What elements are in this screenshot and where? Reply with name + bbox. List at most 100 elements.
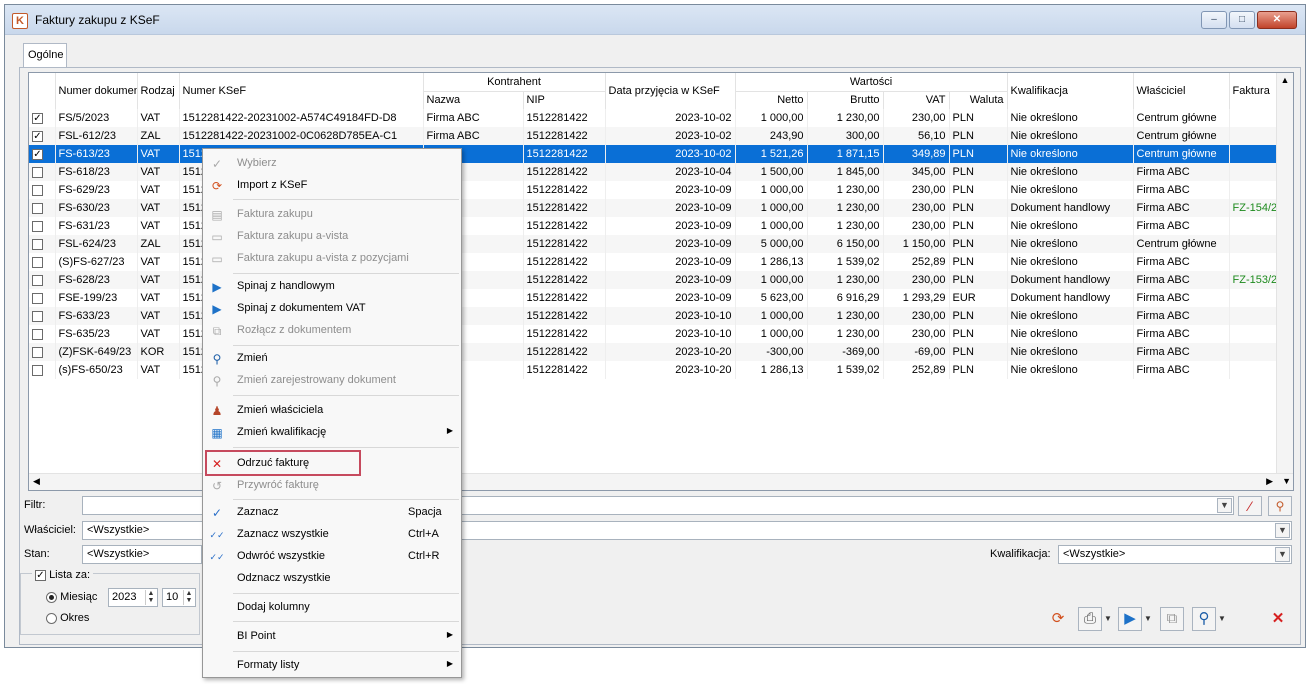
magnifier-dropdown-icon[interactable]: ▼ — [1218, 607, 1226, 631]
header-faktura[interactable]: Faktura — [1229, 73, 1278, 109]
menu-item-dodaj-kolumny[interactable]: Dodaj kolumny — [203, 597, 461, 619]
scroll-down-icon[interactable]: ▼ — [1282, 476, 1291, 486]
cell-brutto: 6 916,29 — [807, 289, 884, 307]
checkbox-icon[interactable] — [32, 346, 43, 358]
radio-icon[interactable] — [46, 612, 57, 624]
row-checkbox[interactable] — [29, 217, 56, 235]
header-checkbox[interactable] — [29, 73, 56, 109]
checkbox-icon[interactable] — [32, 202, 43, 214]
cell-ksef: 1512281422-20231002-A574C49184FD-D8 — [179, 109, 424, 127]
header-data[interactable]: Data przyjęcia w KSeF — [605, 73, 736, 109]
row-checkbox[interactable] — [29, 325, 56, 343]
menu-item-bi-point[interactable]: BI Point ▶ — [203, 626, 461, 648]
checkbox-icon[interactable]: ✓ — [32, 112, 43, 124]
checkbox-icon[interactable] — [32, 166, 43, 178]
header-nip[interactable]: NIP — [523, 91, 606, 109]
checkbox-icon[interactable] — [32, 184, 43, 196]
row-checkbox[interactable] — [29, 163, 56, 181]
cell-waluta: PLN — [949, 343, 1008, 361]
unlink-button[interactable]: ⧉ — [1160, 607, 1184, 631]
row-checkbox[interactable] — [29, 343, 56, 361]
scroll-up-icon[interactable]: ▲ — [1277, 75, 1293, 85]
checkbox-icon[interactable] — [32, 256, 43, 268]
clear-filter-icon[interactable]: ⁄ — [1238, 496, 1262, 516]
kwalifikacja-select[interactable]: <Wszystkie> ▼ — [1058, 545, 1292, 564]
menu-item-spinaj-z-handlowym[interactable]: ▶ Spinaj z handlowym — [203, 276, 461, 298]
link-button[interactable]: ▶ — [1118, 607, 1142, 631]
checkbox-icon[interactable] — [32, 220, 43, 232]
menu-item-import-z-ksef[interactable]: ⟳ Import z KSeF — [203, 175, 461, 197]
row-checkbox[interactable] — [29, 253, 56, 271]
spinner-arrows-icon[interactable]: ▲ ▼ — [183, 590, 194, 605]
table-row[interactable]: ✓ FSL-612/23 ZAL 1512281422-20231002-0C0628… — [29, 127, 1278, 145]
row-checkbox[interactable] — [29, 289, 56, 307]
row-checkbox[interactable] — [29, 271, 56, 289]
header-numer[interactable]: Numer dokumentu — [55, 73, 138, 109]
row-checkbox[interactable] — [29, 361, 56, 379]
scroll-left-icon[interactable]: ◀ — [33, 476, 40, 487]
header-ksef[interactable]: Numer KSeF — [179, 73, 424, 109]
okres-radio[interactable]: Okres — [46, 612, 89, 624]
rok-spinner[interactable]: 2023 ▲ ▼ — [108, 588, 158, 607]
header-nazwa[interactable]: Nazwa — [423, 91, 524, 109]
row-checkbox[interactable] — [29, 199, 56, 217]
checkbox-icon[interactable] — [32, 328, 43, 340]
checkbox-icon[interactable] — [32, 238, 43, 250]
miesiac-radio[interactable]: Miesiąc — [46, 591, 97, 603]
checkbox-icon[interactable] — [32, 292, 43, 304]
filter-builder-icon[interactable]: ⚲ — [1268, 496, 1292, 516]
row-checkbox[interactable]: ✓ — [29, 127, 56, 145]
row-checkbox[interactable]: ✓ — [29, 109, 56, 127]
checkbox-icon[interactable] — [32, 274, 43, 286]
header-netto[interactable]: Netto — [735, 91, 808, 109]
document-button[interactable]: ⎙ — [1078, 607, 1102, 631]
title-bar[interactable]: K Faktury zakupu z KSeF – □ ✕ — [5, 5, 1305, 35]
row-checkbox[interactable] — [29, 235, 56, 253]
row-checkbox[interactable] — [29, 307, 56, 325]
header-rodzaj[interactable]: Rodzaj — [137, 73, 180, 109]
scroll-right-icon[interactable]: ▶ — [1266, 476, 1273, 487]
row-checkbox[interactable] — [29, 181, 56, 199]
import-ksef-button[interactable]: ⟳ — [1046, 607, 1070, 631]
chevron-down-icon[interactable]: ▼ — [1217, 498, 1232, 513]
header-kwalifikacja[interactable]: Kwalifikacja — [1007, 73, 1134, 109]
spinner-arrows-icon[interactable]: ▲ ▼ — [145, 590, 156, 605]
vertical-scrollbar[interactable]: ▲ — [1276, 73, 1293, 490]
header-brutto[interactable]: Brutto — [807, 91, 884, 109]
minimize-button[interactable]: – — [1201, 11, 1227, 29]
menu-item-odznacz-wszystkie[interactable]: Odznacz wszystkie — [203, 568, 461, 590]
chevron-down-icon[interactable]: ▼ — [1275, 547, 1290, 562]
row-checkbox[interactable]: ✓ — [29, 145, 56, 163]
menu-item-odwróć-wszystkie[interactable]: ✓✓ Odwróć wszystkie Ctrl+R — [203, 546, 461, 568]
maximize-button[interactable]: □ — [1229, 11, 1255, 29]
header-vat[interactable]: VAT — [883, 91, 950, 109]
tab-ogolne[interactable]: Ogólne — [23, 43, 67, 69]
header-wlasciciel[interactable]: Właściciel — [1133, 73, 1230, 109]
checkbox-icon[interactable] — [32, 310, 43, 322]
mies-value: 10 — [166, 591, 179, 603]
table-row[interactable]: ✓ FS/5/2023 VAT 1512281422-20231002-A574C49… — [29, 109, 1278, 127]
menu-item-zaznacz-wszystkie[interactable]: ✓✓ Zaznacz wszystkie Ctrl+A — [203, 524, 461, 546]
chevron-down-icon[interactable]: ▼ — [1275, 523, 1290, 538]
checkbox-icon[interactable]: ✓ — [32, 130, 43, 142]
stan-select[interactable]: <Wszystkie> — [82, 545, 202, 564]
close-list-button[interactable]: ✕ — [1266, 607, 1290, 631]
magnifier-button[interactable]: ⚲ — [1192, 607, 1216, 631]
menu-item-formaty-listy[interactable]: Formaty listy ▶ — [203, 655, 461, 677]
cell-waluta: PLN — [949, 271, 1008, 289]
menu-item-zmień-kwalifikację[interactable]: ▦ Zmień kwalifikację ▶ — [203, 422, 461, 444]
menu-item-zmień-właściciela[interactable]: ♟ Zmień właściciela — [203, 400, 461, 422]
close-button[interactable]: ✕ — [1257, 11, 1297, 29]
menu-item-zaznacz[interactable]: ✓ Zaznacz Spacja — [203, 502, 461, 524]
checkbox-icon[interactable] — [32, 364, 43, 376]
menu-item-spinaj-z-dokumentem-vat[interactable]: ▶ Spinaj z dokumentem VAT — [203, 298, 461, 320]
document-dropdown-icon[interactable]: ▼ — [1104, 607, 1112, 631]
lista-za-checkbox[interactable]: ✓ Lista za: — [32, 569, 94, 581]
checkbox-icon[interactable]: ✓ — [32, 148, 43, 160]
menu-item-zmień[interactable]: ⚲ Zmień — [203, 348, 461, 370]
link-dropdown-icon[interactable]: ▼ — [1144, 607, 1152, 631]
checkbox-icon[interactable]: ✓ — [35, 569, 46, 581]
radio-selected-icon[interactable] — [46, 591, 57, 603]
header-waluta[interactable]: Waluta — [949, 91, 1008, 109]
miesiac-spinner[interactable]: 10 ▲ ▼ — [162, 588, 196, 607]
